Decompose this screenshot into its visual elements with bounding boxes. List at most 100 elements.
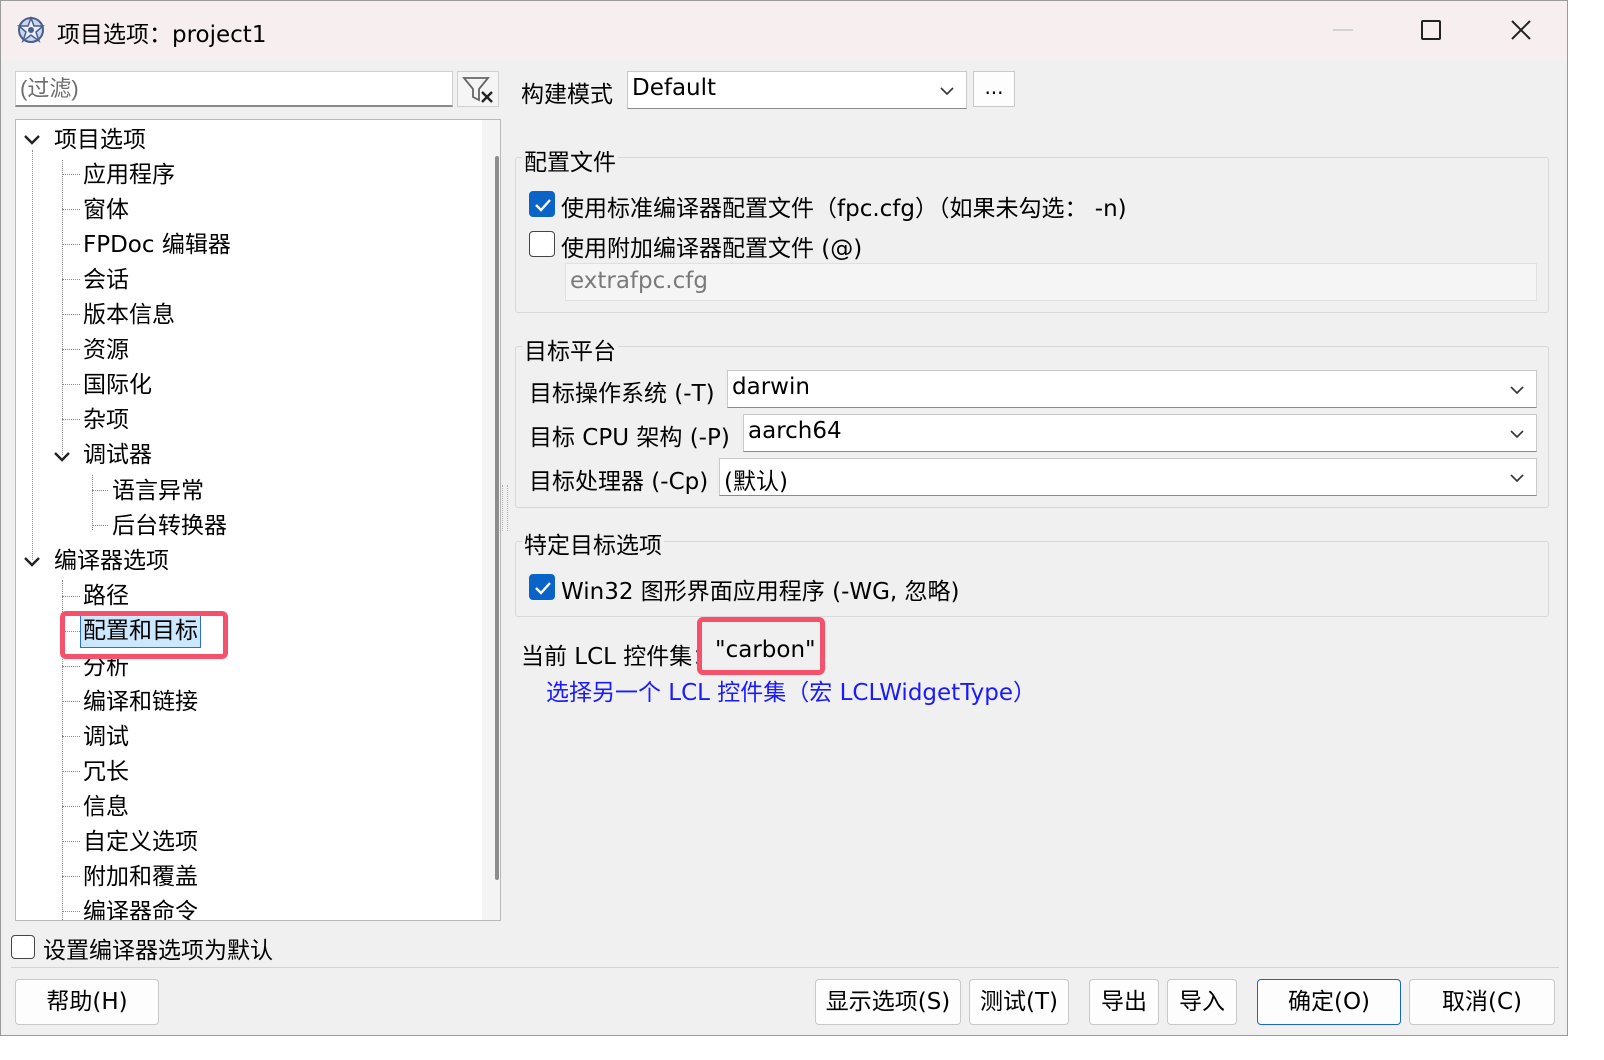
build-mode-more-button[interactable]: ... bbox=[973, 71, 1015, 107]
tree-item-messages[interactable]: 信息 bbox=[83, 790, 129, 824]
filter-input[interactable] bbox=[15, 71, 453, 107]
use-additional-config-checkbox[interactable] bbox=[529, 231, 555, 257]
set-default-checkbox[interactable] bbox=[11, 935, 35, 959]
chevron-down-icon bbox=[1510, 430, 1524, 439]
tree-scrollbar-thumb[interactable] bbox=[495, 156, 499, 880]
tree-item-compile-and-link[interactable]: 编译和链接 bbox=[83, 685, 198, 719]
cancel-button[interactable]: 取消(C) bbox=[1409, 979, 1555, 1025]
tree-item-session[interactable]: 会话 bbox=[83, 263, 129, 297]
tree-item-project-options[interactable]: 项目选项 bbox=[54, 123, 146, 157]
chevron-down-icon[interactable] bbox=[22, 123, 42, 157]
tree-line bbox=[62, 314, 80, 315]
tree-item-debugger[interactable]: 调试器 bbox=[83, 438, 152, 472]
use-standard-config-checkbox[interactable] bbox=[529, 191, 555, 217]
import-button[interactable]: 导入 bbox=[1167, 979, 1237, 1025]
project-options-window: 项目选项：project1 (过滤) 项目选项 应用程序 窗体 FPDoc 编辑… bbox=[0, 0, 1568, 1036]
tree-item-compiler-commands[interactable]: 编译器命令 bbox=[83, 895, 198, 920]
tree-line bbox=[62, 736, 80, 737]
tree-line bbox=[62, 596, 80, 597]
tree-item-paths[interactable]: 路径 bbox=[83, 579, 129, 613]
tree-item-custom-options[interactable]: 自定义选项 bbox=[83, 825, 198, 859]
tree-line bbox=[62, 419, 80, 420]
tree-item-version-info[interactable]: 版本信息 bbox=[83, 298, 175, 332]
tree-line bbox=[62, 244, 80, 245]
build-mode-value: Default bbox=[632, 75, 717, 101]
chevron-down-icon bbox=[940, 87, 954, 96]
checkmark-icon bbox=[535, 582, 551, 595]
target-os-value: darwin bbox=[732, 374, 810, 400]
additional-config-file-input[interactable]: extrafpc.cfg bbox=[565, 263, 1537, 301]
tree-item-compiler-options[interactable]: 编译器选项 bbox=[54, 544, 169, 578]
panel-splitter[interactable] bbox=[502, 485, 508, 531]
tree-line bbox=[62, 771, 80, 772]
use-standard-config-label: 使用标准编译器配置文件（fpc.cfg）（如果未勾选： -n) bbox=[561, 196, 1127, 222]
close-icon bbox=[1511, 20, 1531, 40]
build-mode-select[interactable]: Default bbox=[627, 71, 967, 109]
win32-gui-checkbox[interactable] bbox=[529, 574, 555, 600]
chevron-down-icon[interactable] bbox=[52, 440, 72, 474]
target-cpu-value: aarch64 bbox=[748, 418, 842, 444]
tree-line bbox=[92, 475, 93, 530]
highlight-selected-tree-item bbox=[60, 611, 228, 659]
tree-item-resources[interactable]: 资源 bbox=[83, 333, 129, 367]
config-files-title: 配置文件 bbox=[522, 143, 618, 177]
tree-item-application[interactable]: 应用程序 bbox=[83, 158, 175, 192]
tree-line bbox=[62, 384, 80, 385]
target-processor-label: 目标处理器 (-Cp) bbox=[529, 469, 709, 495]
tree-line bbox=[62, 279, 80, 280]
tree-line bbox=[62, 806, 80, 807]
lcl-widgetset-label: 当前 LCL 控件集： bbox=[521, 644, 716, 670]
ok-button[interactable]: 确定(O) bbox=[1257, 979, 1401, 1025]
target-platform-title: 目标平台 bbox=[522, 332, 618, 366]
maximize-icon bbox=[1421, 20, 1441, 40]
tree-line bbox=[62, 160, 63, 455]
export-button[interactable]: 导出 bbox=[1089, 979, 1159, 1025]
highlight-lcl-value bbox=[697, 617, 825, 675]
target-os-label: 目标操作系统 (-T) bbox=[529, 381, 715, 407]
show-options-button[interactable]: 显示选项(S) bbox=[815, 979, 961, 1025]
build-mode-label: 构建模式 bbox=[521, 82, 613, 108]
tree-item-verbosity[interactable]: 冗长 bbox=[83, 755, 129, 789]
tree-line bbox=[62, 876, 80, 877]
chevron-down-icon bbox=[1510, 474, 1524, 483]
chevron-down-icon[interactable] bbox=[22, 545, 42, 579]
target-processor-value: (默认) bbox=[724, 469, 788, 495]
chevron-down-icon bbox=[1510, 386, 1524, 395]
tree-line bbox=[62, 911, 80, 912]
target-cpu-select[interactable]: aarch64 bbox=[743, 414, 1537, 452]
checkmark-icon bbox=[535, 199, 551, 212]
tree-line bbox=[62, 209, 80, 210]
tree-line bbox=[62, 666, 80, 667]
title-bar: 项目选项：project1 bbox=[1, 1, 1567, 59]
minimize-button[interactable] bbox=[1313, 9, 1373, 51]
window-title: 项目选项：project1 bbox=[57, 22, 267, 48]
test-button[interactable]: 测试(T) bbox=[969, 979, 1069, 1025]
set-default-label: 设置编译器选项为默认 bbox=[43, 938, 273, 964]
clear-filter-button[interactable] bbox=[457, 71, 499, 107]
tree-item-additions-overrides[interactable]: 附加和覆盖 bbox=[83, 860, 198, 894]
minimize-icon bbox=[1333, 29, 1353, 31]
tree-line bbox=[92, 525, 108, 526]
tree-item-language-exceptions[interactable]: 语言异常 bbox=[112, 474, 204, 508]
tree-line bbox=[62, 174, 80, 175]
button-bar-separator bbox=[11, 967, 1559, 968]
tree-item-i18n[interactable]: 国际化 bbox=[83, 368, 152, 402]
choose-lcl-widgetset-link[interactable]: 选择另一个 LCL 控件集（宏 LCLWidgetType） bbox=[546, 673, 1036, 707]
tree-item-forms[interactable]: 窗体 bbox=[83, 193, 129, 227]
target-os-select[interactable]: darwin bbox=[727, 370, 1537, 408]
tree-line bbox=[62, 701, 80, 702]
tree-line bbox=[92, 490, 108, 491]
tree-item-background-converter[interactable]: 后台转换器 bbox=[112, 509, 227, 543]
use-additional-config-label: 使用附加编译器配置文件 (@) bbox=[561, 236, 863, 262]
tree-line bbox=[62, 841, 80, 842]
target-specific-title: 特定目标选项 bbox=[522, 526, 664, 560]
tree-item-debugging[interactable]: 调试 bbox=[83, 720, 129, 754]
target-processor-select[interactable]: (默认) bbox=[719, 458, 1537, 496]
maximize-button[interactable] bbox=[1401, 9, 1461, 51]
close-button[interactable] bbox=[1491, 9, 1551, 51]
tree-item-fpdoc-editor[interactable]: FPDoc 编辑器 bbox=[83, 228, 231, 262]
win32-gui-label: Win32 图形界面应用程序 (-WG, 忽略) bbox=[561, 579, 960, 605]
clear-filter-icon bbox=[462, 77, 493, 103]
help-button[interactable]: 帮助(H) bbox=[15, 979, 159, 1025]
tree-item-misc[interactable]: 杂项 bbox=[83, 403, 129, 437]
